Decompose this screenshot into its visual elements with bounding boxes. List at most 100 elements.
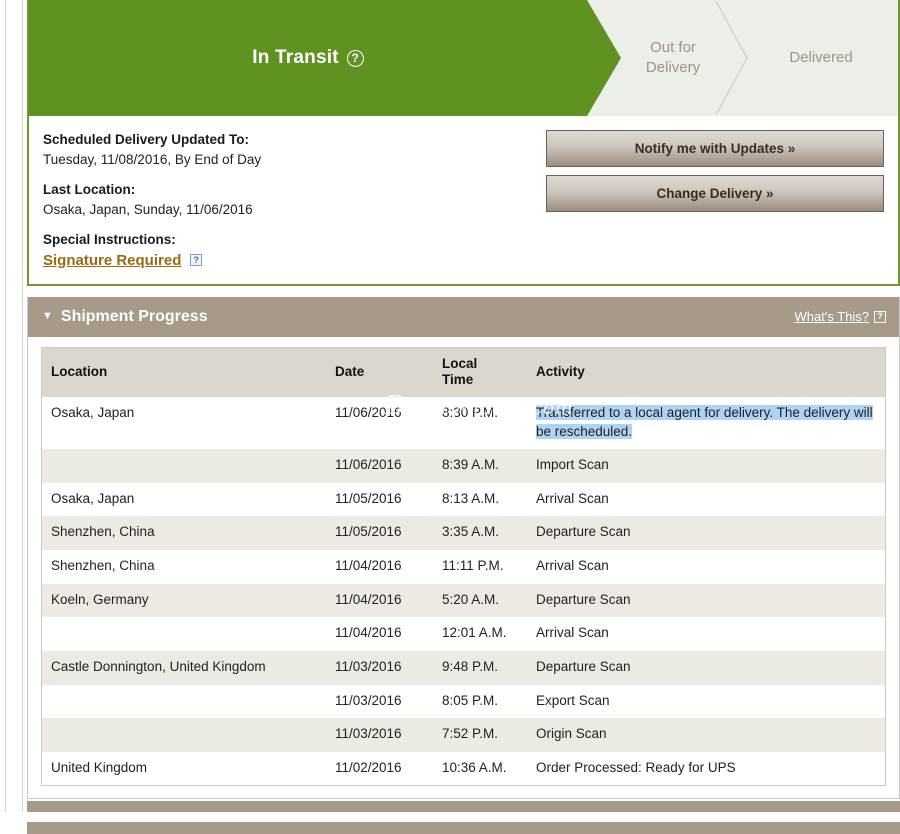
cell-date: 11/06/2016 (329, 396, 436, 450)
cell-local-time: 7:52 P.M. (436, 718, 530, 752)
status-step-delivered[interactable]: Delivered (751, 0, 891, 116)
status-step-out-for-delivery-label-line1: Out for (650, 39, 696, 57)
tracking-page: In Transit ? Out for Delivery Delivered … (27, 0, 900, 834)
shipment-progress-table: Location Date Local Time Activity Osaka,… (41, 346, 886, 787)
status-step-in-transit-label: In Transit (252, 47, 339, 68)
cell-date: 11/03/2016 (329, 650, 436, 685)
cell-location: United Kingdom (41, 751, 329, 786)
special-instructions-value: Signature Required ? (43, 250, 546, 272)
column-header-local-time-line2: Time (442, 371, 474, 387)
cell-activity: Export Scan (530, 684, 886, 719)
page-gutter-rule-outer (5, 0, 6, 812)
signature-required-link[interactable]: Signature Required (43, 250, 181, 272)
cell-date: 11/05/2016 (329, 482, 436, 517)
help-icon-whats-this[interactable]: ? (874, 310, 886, 323)
cell-local-time: 8:13 A.M. (436, 482, 530, 517)
status-step-out-for-delivery[interactable]: Out for Delivery (623, 0, 723, 116)
table-row[interactable]: Osaka, Japan 11/05/2016 8:13 A.M. Arrival S… (41, 482, 886, 517)
cell-activity: Departure Scan (530, 650, 886, 685)
shipment-progress-title: Shipment Progress (60, 307, 208, 325)
page-gutter-rule-inner (22, 0, 23, 812)
cell-location (41, 684, 329, 719)
cell-activity: Departure Scan (530, 583, 886, 618)
shipment-action-buttons: Notify me with Updates » Change Delivery… (546, 128, 884, 272)
cell-activity: Transferred to a local agent for deliver… (530, 396, 886, 450)
cell-location: Koeln, Germany (41, 583, 329, 618)
chevron-down-icon[interactable]: ▼ (42, 311, 53, 322)
cell-location: Shenzhen, China (41, 550, 329, 584)
table-row[interactable]: United Kingdom 11/02/2016 10:36 A.M. Order … (41, 751, 886, 786)
cell-local-time: 8:05 P.M. (436, 684, 530, 719)
table-row[interactable]: Koeln, Germany 11/04/2016 5:20 A.M. Departu… (41, 583, 886, 618)
column-header-date[interactable]: Date (329, 347, 436, 397)
table-row[interactable]: 11/06/2016 8:39 A.M. Import Scan (41, 449, 886, 483)
panel-footer-strip (27, 801, 900, 813)
shipment-progress-table-wrap: Location Date Local Time Activity Osaka,… (28, 337, 899, 799)
whats-this-link[interactable]: What's This? (795, 309, 870, 324)
table-row[interactable]: Shenzhen, China 11/05/2016 3:35 A.M. Depart… (41, 516, 886, 551)
cell-location: Castle Donnington, United Kingdom (41, 650, 329, 685)
cell-date: 11/04/2016 (329, 617, 436, 651)
shipment-status-panel: In Transit ? Out for Delivery Delivered … (27, 0, 900, 286)
special-instructions-label: Special Instructions: (43, 232, 176, 248)
cell-date: 11/04/2016 (329, 550, 436, 584)
scheduled-delivery-value: Tuesday, 11/08/2016, By End of Day (43, 151, 262, 167)
table-header-row: Location Date Local Time Activity (41, 347, 886, 397)
column-header-activity[interactable]: Activity (530, 347, 886, 397)
cell-local-time: 5:20 A.M. (436, 583, 530, 618)
cell-date: 11/04/2016 (329, 583, 436, 618)
table-row[interactable]: 11/04/2016 12:01 A.M. Arrival Scan (41, 617, 886, 651)
status-step-in-transit[interactable]: In Transit ? (29, 0, 587, 116)
cell-location: Shenzhen, China (41, 516, 329, 551)
notify-me-with-updates-button[interactable]: Notify me with Updates » (546, 130, 884, 167)
shipment-progress-header[interactable]: ▼ Shipment Progress What's This? ? (28, 296, 899, 337)
scheduled-delivery-label: Scheduled Delivery Updated To: (43, 132, 250, 147)
cell-location (41, 718, 329, 752)
shipment-progress-table-body: Osaka, Japan 11/06/2016 8:30 P.M. Transferr… (41, 396, 886, 786)
cell-activity: Arrival Scan (530, 617, 886, 651)
question-mark-circle-icon[interactable]: ? (346, 49, 364, 67)
cell-local-time: 3:35 A.M. (436, 516, 530, 551)
last-location-value: Osaka, Japan, Sunday, 11/06/2016 (43, 201, 253, 217)
cell-activity: Origin Scan (530, 718, 886, 752)
cell-date: 11/03/2016 (329, 684, 436, 719)
table-row[interactable]: 11/03/2016 8:05 P.M. Export Scan (41, 684, 886, 719)
cell-local-time: 10:36 A.M. (436, 751, 530, 786)
cell-local-time: 8:30 P.M. (436, 396, 530, 450)
status-progress-bar: In Transit ? Out for Delivery Delivered (29, 0, 898, 116)
table-row[interactable]: Castle Donnington, United Kingdom 11/03/2… (41, 650, 886, 685)
next-panel-header-strip (27, 822, 900, 834)
cell-location (41, 617, 329, 651)
table-row[interactable]: 11/03/2016 7:52 P.M. Origin Scan (41, 718, 886, 752)
help-icon-signature-required[interactable]: ? (190, 254, 203, 267)
column-header-local-time[interactable]: Local Time (436, 347, 530, 397)
shipment-progress-panel: ▼ Shipment Progress What's This? ? Locat… (27, 296, 900, 800)
status-step-out-for-delivery-label-line2: Delivery (645, 59, 701, 76)
cell-activity: Departure Scan (530, 516, 886, 551)
last-location-label: Last Location: (43, 182, 136, 198)
cell-location: Osaka, Japan (41, 482, 329, 517)
cell-local-time: 11:11 P.M. (436, 550, 530, 584)
cell-local-time: 9:48 P.M. (436, 650, 530, 685)
selected-text-highlight: Transferred to a local agent for deliver… (536, 404, 873, 439)
status-step-delivered-label: Delivered (789, 49, 853, 67)
column-header-location[interactable]: Location (41, 347, 329, 397)
cell-date: 11/03/2016 (329, 718, 436, 752)
cell-activity: Order Processed: Ready for UPS (530, 751, 886, 786)
table-row[interactable]: Osaka, Japan 11/06/2016 8:30 P.M. Transferr… (41, 396, 886, 450)
cell-location: Osaka, Japan (41, 396, 329, 450)
cell-date: 11/06/2016 (329, 449, 436, 483)
cell-activity: Arrival Scan (530, 550, 886, 584)
column-header-local-time-line1: Local (442, 355, 478, 371)
cell-local-time: 8:39 A.M. (436, 449, 530, 483)
cell-local-time: 12:01 A.M. (436, 617, 530, 651)
cell-activity: Arrival Scan (530, 482, 886, 517)
table-row[interactable]: Shenzhen, China 11/04/2016 11:11 P.M. Arriv… (41, 550, 886, 584)
cell-activity: Import Scan (530, 449, 886, 483)
cell-location (41, 449, 329, 483)
shipment-detail-fields: Scheduled Delivery Updated To: Tuesday, … (43, 128, 546, 272)
cell-date: 11/02/2016 (329, 751, 436, 786)
change-delivery-button[interactable]: Change Delivery » (546, 175, 884, 212)
cell-date: 11/05/2016 (329, 516, 436, 551)
shipment-detail-row: Scheduled Delivery Updated To: Tuesday, … (29, 116, 898, 284)
